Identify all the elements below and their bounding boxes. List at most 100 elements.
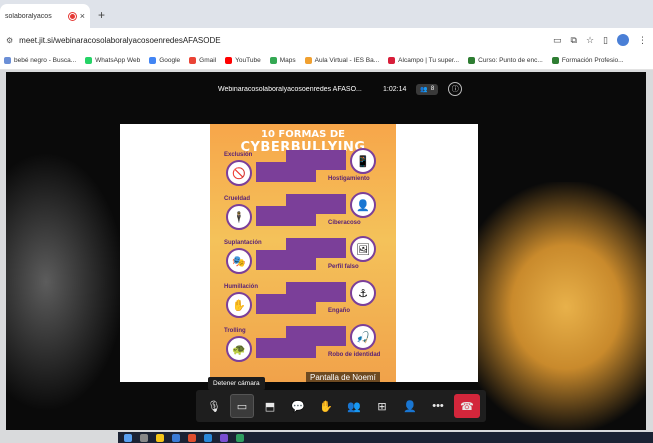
bookmark-favicon-icon (468, 57, 476, 64)
app-icon[interactable] (236, 433, 244, 442)
new-tab-button[interactable]: + (98, 8, 105, 22)
bookmark-label: Formación Profesio... (561, 57, 624, 64)
infographic-description-box (286, 238, 346, 258)
app-icon[interactable] (204, 433, 212, 442)
close-tab-icon[interactable]: × (80, 11, 85, 21)
invite-button[interactable]: 👤 (398, 394, 422, 418)
bookmark-item[interactable]: Alcampo | Tu super... (388, 57, 459, 64)
camera-tooltip: Detener cámara (208, 377, 265, 390)
address-bar-actions: ▭ ⧉ ☆ ▯ ⋮ (553, 34, 647, 46)
bookmark-favicon-icon (4, 57, 11, 64)
infographic-item-icon: 🐢 (226, 336, 252, 362)
infographic-item-label: Ciberacoso (328, 220, 361, 226)
infographic-item-icon: 🎭 (226, 248, 252, 274)
raise-hand-button[interactable]: ✋ (314, 394, 338, 418)
search-icon[interactable] (140, 433, 148, 442)
app-icon[interactable] (220, 433, 228, 442)
bookmark-label: Gmail (199, 57, 217, 64)
cyberbullying-infographic: 10 FORMAS DE CYBERBULLYING Exclusión 🚫 Hos… (210, 124, 396, 382)
hangup-button[interactable]: ☎ (454, 394, 480, 418)
infographic-title-line1: 10 FORMAS DE (261, 129, 345, 140)
site-info-icon[interactable]: ⚙ (6, 36, 13, 45)
participants-count: 8 (430, 86, 435, 92)
participants-badge[interactable]: 👥 8 (416, 83, 439, 95)
more-options-button[interactable]: ••• (426, 394, 450, 418)
infographic-description-box (286, 194, 346, 214)
presenter-label: Pantalla de Noemí (306, 372, 380, 383)
meeting-viewport: Webinaracosolaboralyacosoenredes AFASO..… (6, 72, 646, 430)
bookmark-favicon-icon (388, 57, 396, 64)
bookmark-label: Aula Virtual - IES Ba... (314, 57, 380, 64)
cast-icon[interactable]: ▭ (553, 35, 562, 46)
bookmark-item[interactable]: YouTube (225, 57, 261, 64)
infographic-item-icon: 👤 (350, 192, 376, 218)
infographic-item-label: Crueldad (224, 196, 251, 202)
bookmark-favicon-icon (304, 57, 312, 64)
meeting-toolbar: 🎙 ▭ ⬒ 💬 ✋ 👥 ⊞ 👤 ••• ☎ (196, 390, 486, 422)
bookmark-favicon-icon (225, 57, 233, 64)
shared-screen: 10 FORMAS DE CYBERBULLYING Exclusión 🚫 Hos… (120, 124, 478, 382)
info-icon[interactable]: ⓘ (448, 82, 463, 96)
bookmark-favicon-icon (269, 57, 277, 64)
infographic-description-box (286, 150, 346, 170)
infographic-item-icon: 📱 (350, 148, 376, 174)
bookmarks-bar: bebé negro - Busca... WhatsApp Web Google G… (0, 52, 653, 70)
bookmark-item[interactable]: bebé negro - Busca... (4, 57, 76, 64)
bookmark-item[interactable]: Maps (269, 57, 296, 64)
bookmark-label: YouTube (235, 57, 261, 64)
bookmark-item[interactable]: Curso: Punto de enc... (468, 57, 543, 64)
tile-view-button[interactable]: ⊞ (370, 394, 394, 418)
menu-icon[interactable]: ⋮ (638, 35, 647, 46)
bookmark-item[interactable]: WhatsApp Web (85, 57, 140, 64)
bookmark-item[interactable]: Google (149, 57, 180, 64)
microphone-icon[interactable]: 🎙 (202, 394, 226, 418)
bookmark-favicon-icon (149, 57, 157, 64)
participants-button[interactable]: 👥 (342, 394, 366, 418)
screen-share-button[interactable]: ⬒ (258, 394, 282, 418)
infographic-item-icon: ⚓ (350, 280, 376, 306)
infographic-item-label: Exclusión (224, 152, 253, 158)
bookmark-label: Curso: Punto de enc... (478, 57, 543, 64)
infographic-item-label: Trolling (224, 328, 246, 334)
infographic-item-icon: 🎣 (350, 324, 376, 350)
chat-button[interactable]: 💬 (286, 394, 310, 418)
profile-avatar[interactable] (617, 34, 629, 46)
infographic-item-label: Engaño (328, 308, 350, 314)
bookmark-star-icon[interactable]: ☆ (586, 35, 594, 46)
app-icon[interactable] (188, 433, 196, 442)
bookmark-item[interactable]: Gmail (189, 57, 216, 64)
bookmark-favicon-icon (551, 57, 559, 64)
panel-icon[interactable]: ▯ (603, 35, 608, 46)
start-icon[interactable] (124, 433, 132, 442)
infographic-description-box (286, 282, 346, 302)
meeting-timer: 1:02:14 (383, 85, 407, 93)
infographic-item-label: Perfil falso (328, 264, 359, 270)
bookmark-label: Maps (279, 57, 296, 64)
infographic-item-label: Humillación (224, 284, 259, 290)
meeting-title: Webinaracosolaboralyacosoenredes AFASO..… (218, 85, 362, 93)
address-bar: ⚙ meet.jit.si/webinaracosolaboralyacosoe… (0, 28, 653, 52)
left-camera-glow (6, 152, 126, 412)
bookmark-label: Alcampo | Tu super... (398, 57, 460, 64)
os-taskbar (118, 432, 653, 443)
bookmark-label: Google (159, 57, 181, 64)
people-icon: 👥 (420, 86, 428, 93)
screenshot-icon[interactable]: ⧉ (571, 35, 577, 46)
browser-icon[interactable] (172, 433, 180, 442)
infographic-item-label: Robo de identidad (328, 352, 381, 358)
meeting-header: Webinaracosolaboralyacosoenredes AFASO..… (218, 80, 463, 98)
camera-button[interactable]: ▭ (230, 394, 254, 418)
browser-tabstrip: solaboralyacos × + (0, 0, 653, 28)
infographic-item-icon: 🖼 (350, 236, 376, 262)
file-explorer-icon[interactable] (156, 433, 164, 442)
bookmark-item[interactable]: Formación Profesio... (551, 57, 624, 64)
infographic-item-label: Suplantación (224, 240, 262, 246)
url-field[interactable]: meet.jit.si/webinaracosolaboralyacosoenr… (19, 36, 547, 45)
browser-tab[interactable]: solaboralyacos × (0, 4, 90, 28)
infographic-item-icon: 🕴 (226, 204, 252, 230)
infographic-item-label: Hostigamiento (328, 176, 370, 182)
recording-icon (68, 12, 76, 20)
infographic-description-box (286, 326, 346, 346)
bookmark-item[interactable]: Aula Virtual - IES Ba... (304, 57, 380, 64)
bookmark-favicon-icon (85, 57, 93, 64)
